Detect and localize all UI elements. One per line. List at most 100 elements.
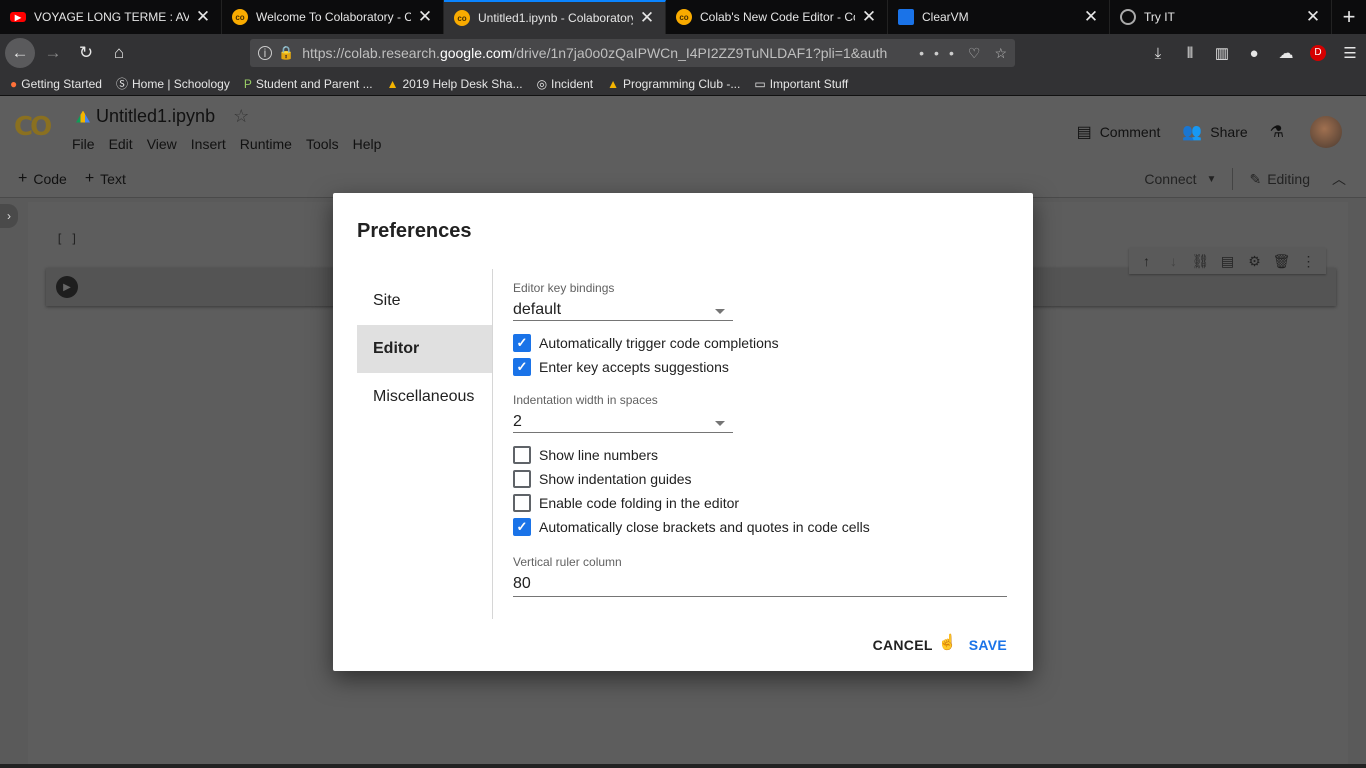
menu-help[interactable]: Help [353,136,382,152]
avatar[interactable] [1310,116,1342,148]
link-icon[interactable]: ⛓ [1187,253,1214,270]
checkbox-checked[interactable]: ✓ [513,518,531,536]
nav-item-editor[interactable]: Editor [357,325,493,373]
bookmark-item[interactable]: ▲ 2019 Help Desk Sha... [387,77,523,91]
add-code-button[interactable]: + Code [18,170,67,188]
play-icon[interactable]: ▶ [56,276,78,298]
page-actions-icon[interactable]: ••• [919,45,964,61]
browser-tab[interactable]: co Welcome To Colaboratory - Co ✕ [222,0,444,34]
reload-icon[interactable]: ↻ [71,38,101,68]
indent-select[interactable]: 2 [513,407,733,433]
close-tab-icon[interactable]: ✕ [639,8,655,28]
bookmark-item[interactable]: ◎ Incident [537,77,594,91]
close-tab-icon[interactable]: ✕ [195,7,211,27]
editor-settings: Editor key bindings default ✓ Automatica… [513,281,1008,597]
browser-tab[interactable]: Try IT ✕ [1110,0,1332,34]
arrow-down-icon[interactable]: ↓ [1160,253,1187,269]
extension-icon[interactable]: ☁ [1270,44,1302,62]
gear-icon[interactable]: ⚙ [1241,253,1268,270]
checkbox-checked[interactable]: ✓ [513,334,531,352]
checkbox-row[interactable]: Enable code folding in the editor [513,491,1008,515]
flask-button[interactable]: ⚗ [1270,122,1292,142]
lock-icon[interactable]: 🔒 [278,45,294,61]
menu-file[interactable]: File [72,136,95,152]
checkbox-row[interactable]: Show line numbers [513,443,1008,467]
connect-button[interactable]: Connect [1144,171,1196,187]
colab-icon: co [232,9,248,25]
bookmark-item[interactable]: P Student and Parent ... [244,77,373,91]
ruler-input[interactable]: 80 [513,569,1007,597]
hamburger-menu-icon[interactable]: ☰ [1334,44,1366,62]
share-button[interactable]: 👥 Share [1182,122,1247,142]
checkbox-unchecked[interactable] [513,446,531,464]
tab-title: Untitled1.ipynb - Colaboratory [478,11,633,25]
preferences-dialog: Preferences Site Editor Miscellaneous Ed… [333,193,1033,671]
checkbox-unchecked[interactable] [513,494,531,512]
close-tab-icon[interactable]: ✕ [1083,7,1099,27]
menu-runtime[interactable]: Runtime [240,136,292,152]
nav-item-site[interactable]: Site [357,277,493,325]
checkbox-label: Automatically close brackets and quotes … [539,519,870,535]
browser-tab[interactable]: co Colab's New Code Editor - Col ✕ [666,0,888,34]
key-bindings-label: Editor key bindings [513,281,615,295]
checkbox-checked[interactable]: ✓ [513,358,531,376]
trash-icon[interactable]: 🗑 [1268,253,1295,270]
tab-title: Welcome To Colaboratory - Co [256,10,411,24]
checkbox-row[interactable]: ✓ Enter key accepts suggestions [513,355,1008,379]
chevron-right-icon[interactable]: › [0,204,18,228]
browser-tab-active[interactable]: co Untitled1.ipynb - Colaboratory ✕ [444,0,666,34]
arrow-up-icon[interactable]: ↑ [1133,253,1160,269]
info-icon[interactable]: i [258,46,272,60]
chevron-down-icon[interactable]: ▼ [1207,174,1217,185]
save-button[interactable]: SAVE [969,637,1007,653]
close-tab-icon[interactable]: ✕ [1305,7,1321,27]
forward-arrow-icon[interactable]: → [38,38,68,68]
editing-mode-button[interactable]: Editing [1267,171,1310,187]
checkbox-row[interactable]: ✓ Automatically trigger code completions [513,331,1008,355]
comment-button[interactable]: ▤ Comment [1077,122,1161,142]
star-icon[interactable]: ☆ [233,106,249,127]
chevron-up-icon[interactable]: ︿ [1332,169,1346,189]
cancel-button[interactable]: CANCEL [873,637,933,653]
checkbox-unchecked[interactable] [513,470,531,488]
key-bindings-select[interactable]: default [513,295,733,321]
url-text[interactable]: https://colab.research.google.com/drive/… [302,45,907,61]
checkbox-label: Enable code folding in the editor [539,495,740,511]
comment-icon[interactable]: ▤ [1214,253,1241,270]
account-icon[interactable]: ● [1238,45,1270,62]
menu-view[interactable]: View [147,136,177,152]
bookmark-item[interactable]: ▭ Important Stuff [754,77,848,91]
home-icon[interactable]: ⌂ [104,38,134,68]
header-actions: ▤ Comment 👥 Share ⚗ [1055,116,1342,148]
colab-logo[interactable]: CO [14,112,52,142]
nav-item-miscellaneous[interactable]: Miscellaneous [357,373,493,421]
bookmark-item[interactable]: ▲ Programming Club -... [607,77,740,91]
divider [492,269,493,619]
close-tab-icon[interactable]: ✕ [417,7,433,27]
bookmark-item[interactable]: Ⓢ Home | Schoology [116,75,230,92]
new-tab-button[interactable]: + [1332,0,1366,34]
browser-tab[interactable]: ClearVM ✕ [888,0,1110,34]
bookmark-p-icon: P [243,76,252,91]
folder-icon: ▭ [754,76,766,91]
menu-insert[interactable]: Insert [191,136,226,152]
browser-tab[interactable]: ▶ VOYAGE LONG TERME : AVANT ✕ [0,0,222,34]
menu-edit[interactable]: Edit [109,136,133,152]
checkbox-row[interactable]: ✓ Automatically close brackets and quote… [513,515,1008,539]
notebook-title[interactable]: Untitled1.ipynb [96,106,215,127]
back-arrow-icon[interactable]: ← [5,38,35,68]
bookmark-star-icon[interactable]: ☆ [994,45,1007,62]
menu-tools[interactable]: Tools [306,136,339,152]
library-icon[interactable]: ⫴ [1174,45,1206,62]
close-tab-icon[interactable]: ✕ [861,7,877,27]
pocket-icon[interactable]: ♡ [968,45,981,62]
bookmark-item[interactable]: ● Getting Started [10,77,102,91]
add-text-button[interactable]: + Text [85,170,126,188]
checkbox-row[interactable]: Show indentation guides [513,467,1008,491]
profile-badge[interactable]: D [1310,45,1326,61]
sidebar-icon[interactable]: ▥ [1206,44,1238,62]
address-bar[interactable]: i 🔒 https://colab.research.google.com/dr… [250,39,1015,67]
more-vert-icon[interactable]: ⋮ [1295,253,1322,270]
dialog-title: Preferences [357,220,472,242]
download-icon[interactable]: ⤓ [1142,45,1174,62]
